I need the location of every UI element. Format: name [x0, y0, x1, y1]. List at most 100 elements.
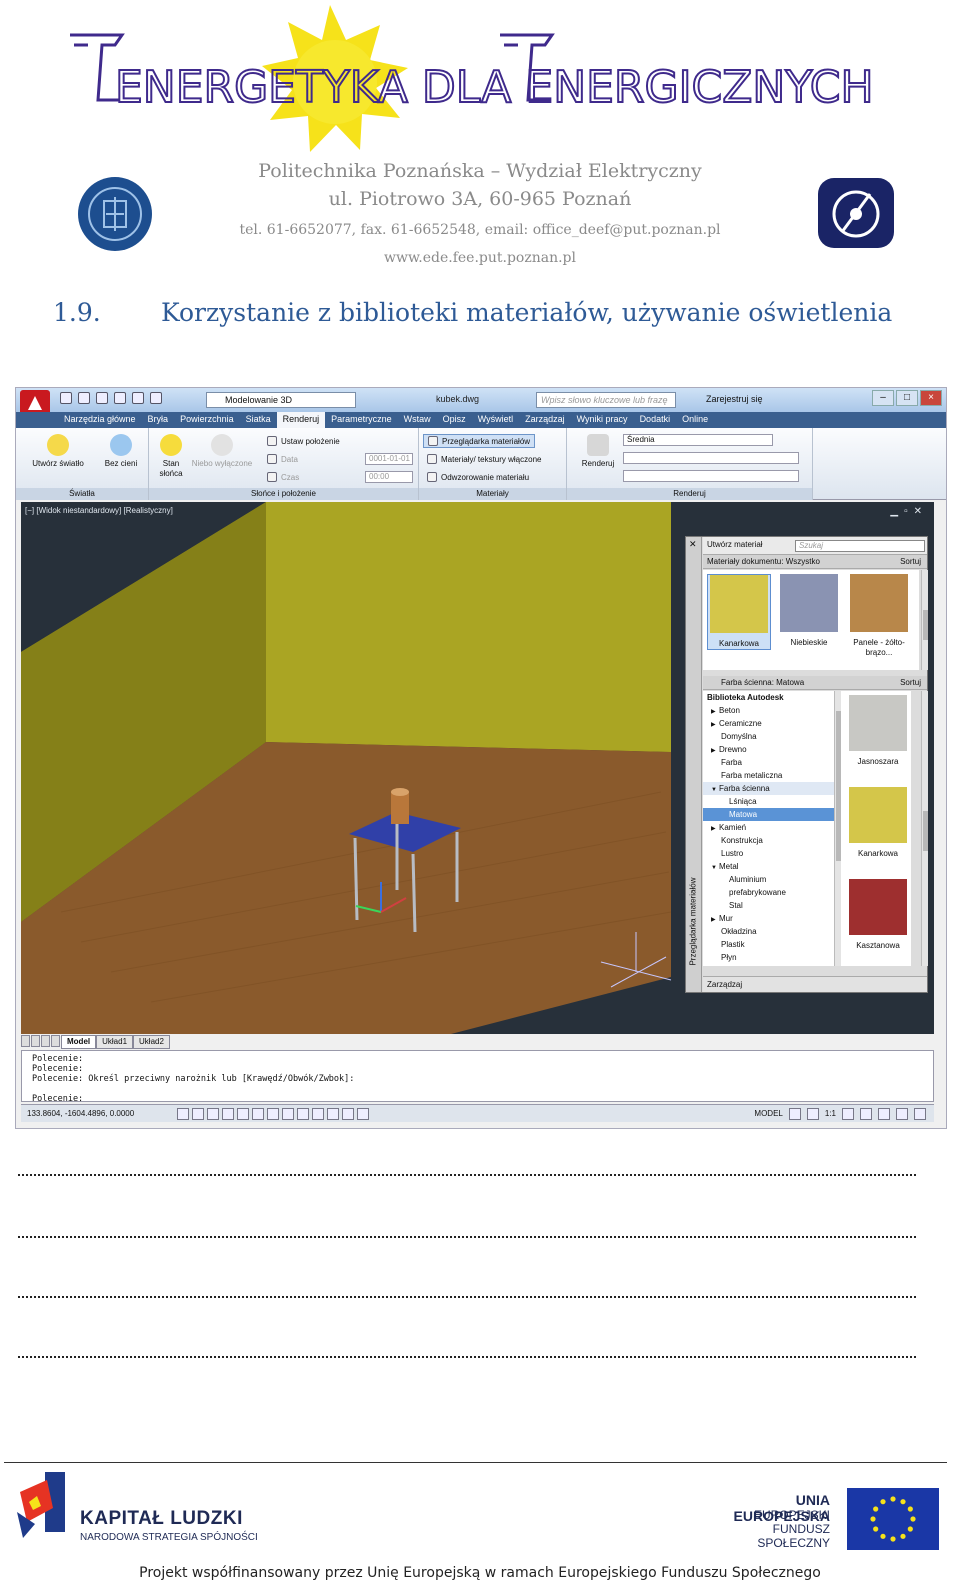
- tab-0[interactable]: Narzędzia główne: [58, 412, 142, 428]
- render-quality-select[interactable]: Średnia: [623, 434, 773, 446]
- panel-sun-label[interactable]: Słońce i położenie: [149, 488, 418, 500]
- expanded-arrow-icon[interactable]: ▼: [711, 862, 719, 875]
- quick-view-layouts-icon[interactable]: [788, 1108, 801, 1120]
- close-button[interactable]: ×: [920, 390, 942, 406]
- tab-11[interactable]: Dodatki: [634, 412, 677, 428]
- tree-item[interactable]: Lustro: [703, 847, 835, 860]
- last-layout-icon[interactable]: [51, 1035, 60, 1047]
- library-sort-button[interactable]: Sortuj: [900, 676, 921, 690]
- set-location-button[interactable]: Ustaw położenie: [267, 434, 340, 448]
- material-mapping-button[interactable]: Odwzorowanie materiału: [427, 470, 529, 484]
- no-shadows-button[interactable]: Bez cieni: [96, 434, 146, 469]
- prev-layout-icon[interactable]: [31, 1035, 40, 1047]
- tab-5[interactable]: Parametryczne: [325, 412, 398, 428]
- tree-item[interactable]: Domyślna: [703, 730, 835, 743]
- palette-close-icon[interactable]: ✕: [689, 539, 697, 550]
- tree-item[interactable]: ▶ Drewno: [703, 743, 835, 756]
- grid-icon[interactable]: [192, 1108, 204, 1120]
- open-icon[interactable]: [78, 392, 90, 404]
- help-search-input[interactable]: Wpisz słowo kluczowe lub frazę: [536, 392, 676, 408]
- tree-item[interactable]: ▼ Farba ścienna: [703, 782, 835, 795]
- tab-8[interactable]: Wyświetl: [472, 412, 519, 428]
- library-scrollbar[interactable]: [921, 691, 928, 966]
- isolate-objects-icon[interactable]: [896, 1108, 908, 1120]
- save-icon[interactable]: [96, 392, 108, 404]
- library-breadcrumb[interactable]: Farba ścienna: Matowa: [721, 678, 804, 687]
- osnap-icon[interactable]: [237, 1108, 249, 1120]
- render-size-field[interactable]: [623, 470, 799, 482]
- lineweight-icon[interactable]: [312, 1108, 324, 1120]
- lock-icon[interactable]: [860, 1108, 872, 1120]
- manage-button[interactable]: Zarządzaj: [707, 980, 742, 989]
- tree-item[interactable]: Farba metaliczna: [703, 769, 835, 782]
- library-swatch[interactable]: Jasnoszara: [849, 695, 907, 766]
- tree-item[interactable]: ▼ Metal: [703, 860, 835, 873]
- tree-item[interactable]: ▶ Beton: [703, 704, 835, 717]
- workspace-select[interactable]: Modelowanie 3D: [206, 392, 356, 408]
- otrack-icon[interactable]: [267, 1108, 279, 1120]
- command-line[interactable]: Polecenie: Polecenie: Polecenie: Określ pr…: [21, 1050, 934, 1104]
- tree-item[interactable]: Okładzina: [703, 925, 835, 938]
- document-sort-button[interactable]: Sortuj: [900, 555, 921, 569]
- tab-4[interactable]: Renderuj: [276, 412, 326, 428]
- materials-textures-toggle[interactable]: Materiały/ tekstury włączone: [427, 452, 541, 466]
- quick-properties-icon[interactable]: [342, 1108, 354, 1120]
- layout-tab[interactable]: Układ1: [96, 1035, 134, 1049]
- tree-item[interactable]: Plastik: [703, 938, 835, 951]
- tree-item[interactable]: ▶ Ceramiczne: [703, 717, 835, 730]
- tree-item[interactable]: ▶ Kamień: [703, 821, 835, 834]
- tab-9[interactable]: Zarządzaj: [519, 412, 571, 428]
- sun-status-button[interactable]: Stan słońca: [153, 434, 189, 479]
- panel-materials-label[interactable]: Materiały: [419, 488, 566, 500]
- expanded-arrow-icon[interactable]: ▼: [711, 784, 719, 797]
- tab-12[interactable]: Online: [676, 412, 714, 428]
- tab-10[interactable]: Wyniki pracy: [571, 412, 634, 428]
- viewport-window-controls[interactable]: ▁▫✕: [890, 506, 928, 517]
- document-swatch[interactable]: Panele - żółto-brązo...: [847, 574, 911, 658]
- date-slider[interactable]: 0001-01-01: [365, 453, 413, 465]
- tree-item[interactable]: Lśniąca: [703, 795, 835, 808]
- dyn-icon[interactable]: [297, 1108, 309, 1120]
- collapsed-arrow-icon[interactable]: ▶: [711, 823, 719, 836]
- tree-scrollbar[interactable]: [834, 691, 841, 966]
- document-materials-filter[interactable]: Materiały dokumentu: Wszystko: [707, 557, 820, 566]
- polar-icon[interactable]: [222, 1108, 234, 1120]
- document-swatch[interactable]: Niebieskie: [777, 574, 841, 648]
- collapsed-arrow-icon[interactable]: ▶: [711, 719, 719, 732]
- sign-in-button[interactable]: Zarejestruj się: [706, 394, 763, 404]
- materials-browser-button[interactable]: Przeglądarka materiałów: [423, 434, 536, 448]
- transparency-icon[interactable]: [327, 1108, 339, 1120]
- create-light-button[interactable]: Utwórz światło: [28, 434, 88, 469]
- library-swatch[interactable]: Kasztanowa: [849, 879, 907, 950]
- tree-item[interactable]: Farba: [703, 756, 835, 769]
- annotation-scale[interactable]: 1:1: [825, 1105, 836, 1123]
- hardware-acceleration-icon[interactable]: [878, 1108, 890, 1120]
- tree-item[interactable]: ▶ Mur: [703, 912, 835, 925]
- snap-icon[interactable]: [177, 1108, 189, 1120]
- new-icon[interactable]: [60, 392, 72, 404]
- panel-render-label[interactable]: Renderuj: [567, 488, 812, 500]
- collapsed-arrow-icon[interactable]: ▶: [711, 706, 719, 719]
- viewport-controls-label[interactable]: [−] [Widok niestandardowy] [Realistyczny…: [25, 506, 173, 515]
- tree-item[interactable]: prefabrykowane: [703, 886, 835, 899]
- ortho-icon[interactable]: [207, 1108, 219, 1120]
- tree-item[interactable]: Biblioteka Autodesk: [703, 691, 835, 704]
- render-button[interactable]: Renderuj: [573, 434, 623, 469]
- minimize-button[interactable]: –: [872, 390, 894, 406]
- tree-item[interactable]: Matowa: [703, 808, 835, 821]
- layout-tab[interactable]: Układ2: [133, 1035, 170, 1049]
- workspace-switch-icon[interactable]: [842, 1108, 854, 1120]
- 3d-osnap-icon[interactable]: [252, 1108, 264, 1120]
- time-slider[interactable]: 00:00: [365, 471, 413, 483]
- first-layout-icon[interactable]: [21, 1035, 30, 1047]
- library-swatch[interactable]: Kanarkowa: [849, 787, 907, 858]
- tab-7[interactable]: Opisz: [437, 412, 472, 428]
- tab-2[interactable]: Powierzchnia: [174, 412, 240, 428]
- doc-scrollbar[interactable]: [921, 570, 928, 670]
- quick-view-drawings-icon[interactable]: [806, 1108, 819, 1120]
- panel-lights-label[interactable]: Światła: [16, 488, 148, 500]
- tab-1[interactable]: Bryła: [142, 412, 175, 428]
- model-space-button[interactable]: MODEL: [754, 1105, 782, 1123]
- create-material-button[interactable]: Utwórz materiał: [707, 540, 763, 549]
- layout-tab[interactable]: Model: [61, 1035, 97, 1049]
